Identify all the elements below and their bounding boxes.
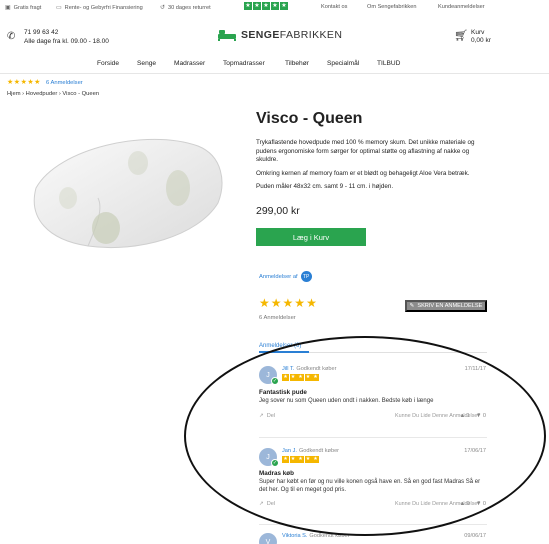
product-title: Visco - Queen: [256, 110, 363, 127]
star-icon: ★: [271, 2, 279, 10]
add-to-cart-button[interactable]: Læg i Kurv: [256, 228, 366, 246]
return-icon: ↺: [160, 5, 166, 11]
product-description: Trykaflastende hovedpude med 100 % memor…: [256, 139, 475, 164]
nav-divider: [0, 73, 549, 74]
star-icon: ★: [7, 79, 14, 86]
nav-item-tilbehor[interactable]: Tilbehør: [285, 60, 309, 67]
nav-item-tilbud[interactable]: TILBUD: [377, 60, 400, 67]
card-icon: ▭: [56, 5, 62, 11]
opening-hours: Alle dage fra kl. 09.00 - 18.00: [24, 38, 109, 45]
nav-item-forside[interactable]: Forside: [97, 60, 119, 67]
financing-text: Rente- og Gebyrfri Finansiering: [64, 4, 143, 11]
returns-info: ↺ 30 dages returret: [160, 4, 211, 12]
pencil-icon: ✎: [409, 303, 415, 309]
star-icon: ★: [306, 296, 317, 310]
top-info-bar: ▣ Gratis fragt ▭ Rente- og Gebyrfri Fina…: [0, 0, 549, 14]
star-icon: ★: [27, 79, 34, 86]
financing-info: ▭ Rente- og Gebyrfri Finansiering: [56, 4, 143, 12]
rating-summary-count[interactable]: 6 Anmeldelser: [46, 80, 83, 86]
star-icon: ★: [282, 296, 294, 310]
nav-item-topmadrasser[interactable]: Topmadrasser: [223, 60, 265, 67]
reviews-average-stars: ★ ★ ★ ★ ★: [259, 297, 317, 309]
write-review-label: SKRIV EN ANMELDELSE: [417, 303, 483, 309]
star-icon: ★: [20, 79, 27, 86]
review-date: 09/06/17: [464, 533, 486, 539]
customer-reviews-link[interactable]: Kundeanmeldelser: [438, 4, 485, 10]
logo-wordmark: SENGEFABRIKKEN: [241, 29, 342, 41]
reviews-by-text: Anmeldelser af: [259, 273, 298, 280]
cart-icon[interactable]: 🛒︎: [454, 29, 468, 42]
star-icon: ★: [253, 2, 261, 10]
product-dimensions: Puden måler 48x32 cm. samt 9 - 11 cm. i …: [256, 183, 394, 190]
product-price: 299,00 kr: [256, 205, 300, 217]
site-logo[interactable]: SENGEFABRIKKEN: [217, 28, 342, 42]
bed-logo-icon: [218, 30, 236, 41]
product-image[interactable]: [28, 128, 228, 258]
box-icon: ▣: [5, 5, 11, 11]
product-description-cover: Omkring kernen af memory foam er et blød…: [256, 170, 470, 177]
star-icon: ★: [13, 79, 21, 86]
star-icon: ★: [244, 2, 252, 10]
reviews-provider-icon: TP: [300, 271, 312, 282]
phone-number[interactable]: 71 99 63 42: [24, 29, 58, 36]
star-icon: ★: [262, 2, 270, 10]
annotation-oval: [184, 336, 546, 536]
phone-icon: ✆: [7, 31, 16, 42]
write-review-button[interactable]: ✎ SKRIV EN ANMELDELSE: [405, 300, 487, 312]
about-link[interactable]: Om Sengefabrikken: [367, 4, 416, 10]
main-nav: Forside Senge Madrasser Topmadrasser Til…: [0, 60, 549, 72]
reviews-by-link[interactable]: Anmeldelser af TP: [259, 271, 312, 282]
rating-summary-stars[interactable]: ★ ★ ★ ★ ★: [7, 79, 40, 86]
nav-item-specialmal[interactable]: Specialmål: [327, 60, 359, 67]
star-icon: ★: [294, 296, 306, 310]
logo-bold: SENGE: [241, 29, 280, 41]
logo-rest: FABRIKKEN: [279, 29, 343, 41]
reviewer-name-text: Viktoria S.: [282, 533, 308, 539]
star-icon: ★: [280, 2, 288, 10]
trustpilot-stars[interactable]: ★ ★ ★ ★ ★: [244, 2, 288, 10]
nav-item-madrasser[interactable]: Madrasser: [174, 60, 205, 67]
contact-link[interactable]: Kontakt os: [321, 4, 347, 10]
cart-label[interactable]: Kurv: [471, 29, 484, 36]
returns-text: 30 dages returret: [168, 4, 211, 11]
star-icon: ★: [270, 296, 282, 310]
shipping-text: Gratis fragt: [13, 4, 42, 11]
breadcrumb[interactable]: Hjem › Hovedpuder › Visco - Queen: [7, 91, 99, 97]
reviews-count: 6 Anmeldelser: [259, 315, 296, 321]
shipping-info: ▣ Gratis fragt: [5, 4, 42, 12]
nav-item-senge[interactable]: Senge: [137, 60, 156, 67]
star-icon: ★: [259, 296, 270, 310]
star-icon: ★: [34, 79, 41, 86]
cart-amount: 0,00 kr: [471, 37, 491, 44]
avatar: V: [259, 533, 277, 544]
